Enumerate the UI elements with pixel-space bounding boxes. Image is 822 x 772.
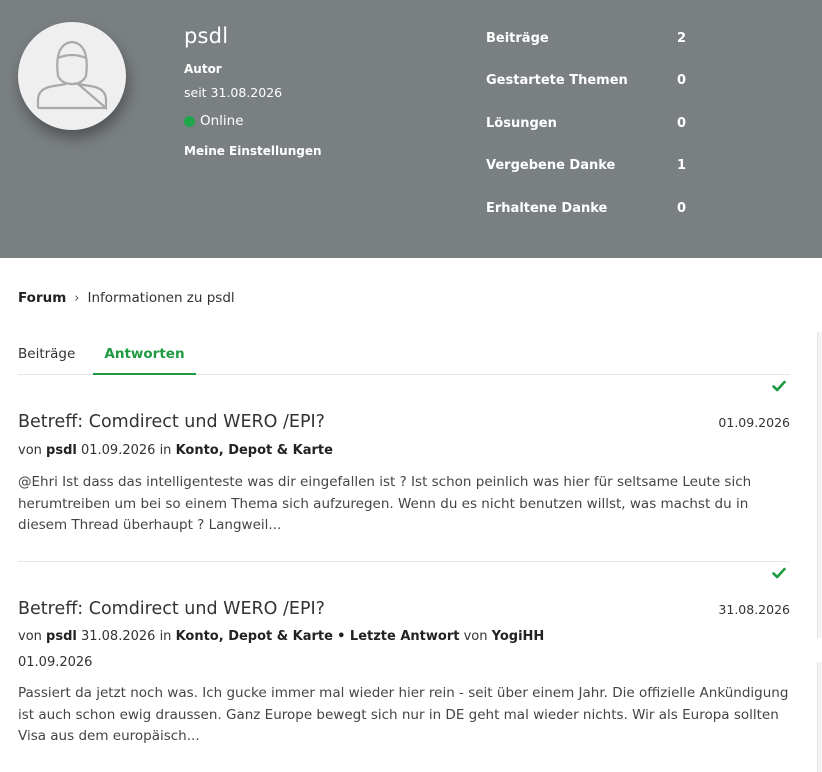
profile-member-since: seit 31.08.2026	[184, 85, 283, 100]
stat-label-started-topics: Gestartete Themen	[486, 73, 628, 88]
post-board-link[interactable]: Konto, Depot & Karte	[176, 443, 333, 458]
chevron-right-icon: ›	[74, 290, 80, 306]
checkmark-icon	[772, 380, 786, 392]
post-board-link[interactable]: Konto, Depot & Karte	[176, 629, 333, 644]
post-title[interactable]: Betreff: Comdirect und WERO /EPI?	[18, 599, 325, 619]
last-reply-von: von	[463, 629, 488, 644]
stat-label-solutions: Lösungen	[486, 116, 557, 131]
meta-prefix: von	[18, 443, 42, 458]
meta-prefix: von	[18, 629, 42, 644]
post-date: 31.08.2026	[718, 602, 790, 617]
stat-label-received-thanks: Erhaltene Danke	[486, 201, 608, 216]
profile-header: psdl Autor seit 31.08.2026 Online Meine …	[0, 0, 822, 258]
stat-label-given-thanks: Vergebene Danke	[486, 158, 616, 173]
post-excerpt: Passiert da jetzt noch was. Ich gucke im…	[18, 685, 789, 744]
online-status-label: Online	[200, 113, 244, 129]
breadcrumb-forum-link[interactable]: Forum	[18, 290, 66, 306]
tab-replies[interactable]: Antworten	[93, 346, 196, 375]
profile-role: Autor	[184, 62, 222, 76]
stat-value-solutions: 0	[677, 116, 687, 131]
profile-online-status: Online	[184, 113, 244, 129]
stat-value-received-thanks: 0	[677, 201, 687, 216]
last-reply-date: 01.09.2026	[18, 655, 93, 670]
stat-label-posts: Beiträge	[486, 31, 549, 46]
post-divider	[18, 561, 790, 562]
online-dot-icon	[184, 115, 195, 127]
side-panel-edge	[817, 662, 822, 772]
last-reply-user-link[interactable]: YogiHH	[492, 629, 545, 644]
meta-in: in	[159, 629, 172, 644]
my-settings-link[interactable]: Meine Einstellungen	[184, 144, 322, 158]
avatar[interactable]	[18, 22, 126, 130]
post-meta: von psdl 01.09.2026 in Konto, Depot & Ka…	[18, 443, 333, 458]
post-meta: von psdl 31.08.2026 in Konto, Depot & Ka…	[18, 629, 544, 644]
side-panel-edge	[817, 332, 822, 638]
post-author-link[interactable]: psdl	[46, 443, 77, 458]
stat-value-posts: 2	[677, 31, 687, 46]
meta-in: in	[159, 443, 172, 458]
profile-username: psdl	[184, 24, 229, 48]
user-avatar-icon	[36, 40, 108, 111]
post-title[interactable]: Betreff: Comdirect und WERO /EPI?	[18, 412, 325, 432]
meta-date: 01.09.2026	[80, 443, 156, 458]
checkmark-icon	[772, 567, 786, 579]
stat-value-started-topics: 0	[677, 73, 687, 88]
post-date: 01.09.2026	[718, 415, 790, 430]
post-author-link[interactable]: psdl	[46, 629, 77, 644]
breadcrumb: Forum › Informationen zu psdl	[18, 290, 235, 306]
tab-posts[interactable]: Beiträge	[18, 346, 75, 362]
tab-bar: Beiträge Antworten	[18, 340, 790, 375]
stat-value-given-thanks: 1	[677, 158, 687, 173]
breadcrumb-current: Informationen zu psdl	[87, 290, 235, 306]
post-excerpt: @Ehri Ist dass das intelligenteste was d…	[18, 474, 752, 533]
meta-date: 31.08.2026	[80, 629, 156, 644]
last-reply-label[interactable]: • Letzte Antwort	[337, 629, 459, 644]
